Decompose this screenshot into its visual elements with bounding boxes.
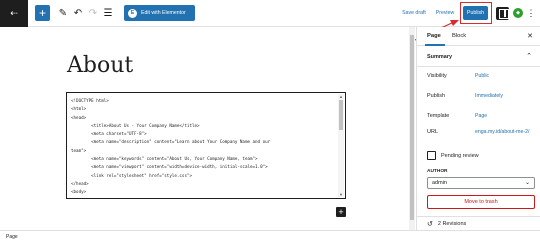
move-to-trash-button[interactable]: Move to trash <box>427 195 535 209</box>
scroll-down-icon[interactable]: ▼ <box>338 192 344 197</box>
editor-footer: Page <box>0 230 540 242</box>
checkbox-box[interactable] <box>427 151 436 160</box>
editor-toolbar: ⇠ + ✎ ↶ ↷ ☰ E Edit with Elementor Save d… <box>0 0 540 27</box>
settings-sidebar-icon[interactable] <box>496 6 509 20</box>
code-scrollbar[interactable]: ▲ ▼ <box>338 94 344 197</box>
code-line: <body> <box>71 189 87 195</box>
custom-html-block[interactable]: <!DOCTYPE html> <html> <head> <title>About… <box>66 92 346 199</box>
publish-date-link[interactable]: Immediately <box>475 93 503 99</box>
code-line: <head> <box>71 114 87 120</box>
options-more-icon[interactable]: ⋮ <box>526 5 536 21</box>
tools-pen-icon[interactable]: ✎ <box>56 5 70 21</box>
more-glyph: ⋮ <box>526 7 536 18</box>
publish-label: Publish <box>427 93 446 99</box>
url-label: URL <box>427 129 439 135</box>
author-label: AUTHOR <box>427 169 448 174</box>
revisions-link[interactable]: ↺ 2 Revisions <box>417 216 540 230</box>
document-outline-icon[interactable]: ☰ <box>101 5 115 21</box>
author-selected-value: admin <box>432 180 447 186</box>
outline-glyph: ☰ <box>103 7 113 19</box>
revisions-icon: ↺ <box>427 220 433 228</box>
editor-canvas[interactable]: About <!DOCTYPE html> <html> <head> <title… <box>0 27 410 230</box>
code-line: <meta charset="UTF-8"> <box>71 131 147 137</box>
code-line: <!DOCTYPE html> <box>71 98 109 103</box>
plugin-icon[interactable]: ◆ <box>513 8 523 18</box>
add-block-button[interactable]: + <box>35 5 50 21</box>
settings-sidebar: Page Block ✕ Summary ⌃ Visibility Public… <box>416 27 540 230</box>
plus-icon: + <box>38 6 46 20</box>
settings-panel-bar <box>504 9 506 17</box>
chevron-down-icon: ⌄ <box>524 180 530 186</box>
back-arrow-glyph: ⇠ <box>10 8 18 18</box>
plugin-glyph: ◆ <box>516 10 520 16</box>
pen-glyph: ✎ <box>58 7 68 19</box>
code-line: </head> <box>71 180 89 186</box>
chevron-up-icon: ⌃ <box>526 53 532 60</box>
code-line: <meta name="keywords" content="About Us,… <box>71 156 258 162</box>
code-line: <title>About Us - Your Company Name</tit… <box>71 122 200 128</box>
code-line: team"> <box>71 147 87 153</box>
code-line: <html> <box>71 106 87 112</box>
back-to-dashboard-icon[interactable]: ⇠ <box>0 0 28 27</box>
canvas-scrollbar[interactable] <box>409 27 415 230</box>
visibility-value-link[interactable]: Public <box>475 73 489 79</box>
code-line: <meta name="viewport" content="width=dev… <box>71 164 268 170</box>
author-select[interactable]: admin ⌄ <box>427 177 535 189</box>
url-value-link[interactable]: enga.my.id/about-me-2/ <box>475 129 533 136</box>
code-scroll-thumb[interactable] <box>339 100 343 130</box>
page-title[interactable]: About <box>67 53 133 78</box>
html-code-textarea[interactable]: <!DOCTYPE html> <html> <head> <title>About… <box>71 97 335 197</box>
block-inserter-button[interactable]: + <box>336 207 346 217</box>
redo-glyph: ↷ <box>88 7 98 19</box>
elementor-button-label: Edit with Elementor <box>141 10 186 16</box>
code-line: <link rel="stylesheet" href="style.css"> <box>71 172 193 178</box>
template-value-link[interactable]: Page <box>475 113 487 119</box>
template-label: Template <box>427 113 450 119</box>
summary-title: Summary <box>427 54 453 60</box>
tab-page[interactable]: Page <box>427 33 441 39</box>
sidebar-tabs: Page Block ✕ <box>417 27 540 46</box>
preview-button[interactable]: Preview <box>433 5 457 21</box>
edit-with-elementor-button[interactable]: E Edit with Elementor <box>124 5 195 21</box>
publish-highlight-box: Publish <box>460 2 492 24</box>
pending-review-label: Pending review <box>441 152 479 159</box>
close-icon[interactable]: ✕ <box>527 32 533 40</box>
undo-icon[interactable]: ↶ <box>71 5 85 21</box>
visibility-label: Visibility <box>427 73 447 79</box>
pending-review-checkbox[interactable]: Pending review <box>427 151 479 160</box>
revisions-label: 2 Revisions <box>437 220 467 227</box>
breadcrumb[interactable]: Page <box>6 234 18 240</box>
elementor-logo-icon: E <box>128 8 137 18</box>
tab-block[interactable]: Block <box>452 33 466 39</box>
publish-button[interactable]: Publish <box>463 5 488 20</box>
code-line: <meta name="description" content="Learn … <box>71 139 271 145</box>
scroll-up-icon[interactable]: ▲ <box>338 94 344 99</box>
undo-glyph: ↶ <box>73 7 83 19</box>
save-draft-button[interactable]: Save draft <box>398 5 430 21</box>
canvas-scroll-thumb[interactable] <box>410 35 414 220</box>
redo-icon[interactable]: ↷ <box>86 5 100 21</box>
summary-panel-toggle[interactable]: Summary ⌃ <box>417 46 540 67</box>
